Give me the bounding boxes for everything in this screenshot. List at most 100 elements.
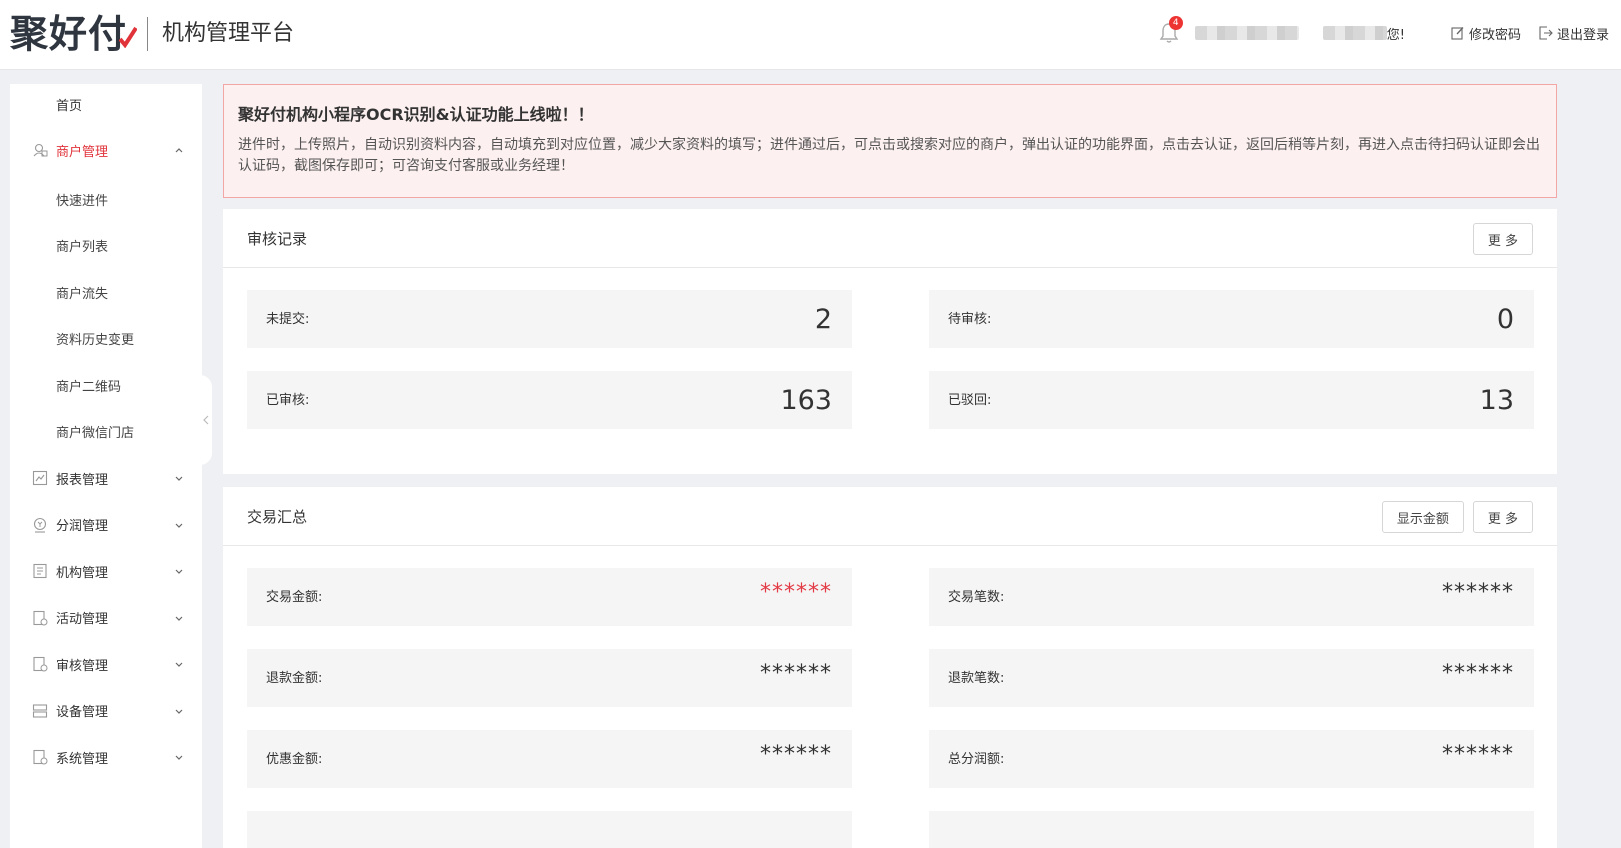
- sidebar-item-label: 活动管理: [56, 612, 109, 628]
- masked-value: ******: [1442, 661, 1514, 686]
- stat-row-partial: [247, 811, 852, 848]
- sidebar-item-label: 审核管理: [56, 658, 109, 674]
- greeting-suffix: 您!: [1386, 27, 1405, 43]
- chevron-down-icon: [175, 616, 183, 621]
- stat-label: 退款笔数:: [948, 671, 1005, 686]
- report-icon: [32, 471, 48, 486]
- sidebar-item-data-history[interactable]: 资料历史变更: [10, 316, 202, 363]
- audit-icon: [33, 657, 48, 672]
- panel-actions: 显示金额 更 多: [1373, 501, 1533, 533]
- sidebar-item-profit-sharing[interactable]: 分润管理: [10, 502, 202, 549]
- stat-discount-amount: 优惠金额: ******: [247, 730, 852, 788]
- store-icon: [33, 143, 48, 157]
- sidebar-item-institution[interactable]: 机构管理: [10, 548, 202, 595]
- sidebar-item-label: 商户管理: [56, 144, 109, 160]
- stat-value: 163: [780, 385, 832, 416]
- change-password-link[interactable]: 修改密码: [1451, 24, 1521, 43]
- sidebar-item-system[interactable]: 系统管理: [10, 734, 202, 781]
- stat-refund-count: 退款笔数: ******: [929, 649, 1534, 707]
- logout-icon: [1539, 26, 1553, 40]
- username-redacted: [1194, 26, 1299, 40]
- change-password-label: 修改密码: [1468, 27, 1521, 43]
- announcement-title: 聚好付机构小程序OCR识别&认证功能上线啦！！: [238, 105, 594, 124]
- announcement-banner: 聚好付机构小程序OCR识别&认证功能上线啦！！ 进件时，上传照片，自动识别资料内…: [223, 84, 1557, 198]
- logo-check-icon: [119, 26, 138, 48]
- sidebar-item-merchant-list[interactable]: 商户列表: [10, 223, 202, 270]
- sidebar-item-label: 报表管理: [56, 472, 109, 488]
- chevron-down-icon: [175, 569, 183, 575]
- announcement-body: 进件时，上传照片，自动识别资料内容，自动填充到对应位置，减少大家资料的填写；进件…: [238, 137, 1540, 174]
- stat-label: 交易笔数:: [948, 590, 1005, 605]
- stat-total-profit: 总分润额: ******: [929, 730, 1534, 788]
- stat-value: 13: [1479, 385, 1514, 416]
- edit-icon: [1451, 27, 1464, 40]
- masked-value: ******: [760, 742, 832, 767]
- stat-approved[interactable]: 已审核: 163: [247, 371, 852, 429]
- stat-pending[interactable]: 待审核: 0: [929, 290, 1534, 348]
- sidebar-item-label: 首页: [56, 98, 83, 114]
- sidebar-item-merchant-qrcode[interactable]: 商户二维码: [10, 362, 202, 409]
- sidebar-collapse-toggle[interactable]: [200, 375, 212, 465]
- panel-actions: 更 多: [1464, 223, 1533, 255]
- sidebar-item-wechat-store[interactable]: 商户微信门店: [10, 409, 202, 456]
- sidebar-nav: 首页 商户管理 快速进件 商户列表 商户流失 资料历史变更 商户二维码 商户微信…: [10, 84, 202, 848]
- logo-divider: [147, 17, 149, 51]
- sidebar-item-label: 设备管理: [56, 705, 109, 721]
- sidebar-item-merchant-churn[interactable]: 商户流失: [10, 269, 202, 316]
- header-actions: 4 您! 修改密码 退出登录: [1159, 0, 1609, 66]
- more-button[interactable]: 更 多: [1472, 223, 1533, 255]
- masked-value: ******: [760, 661, 832, 686]
- redacted-block: [1322, 26, 1387, 40]
- stat-refund-amount: 退款金额: ******: [247, 649, 852, 707]
- stat-label: 已审核:: [266, 393, 310, 408]
- device-icon: [32, 704, 48, 718]
- sidebar-item-label: 商户流失: [56, 286, 109, 302]
- sidebar-item-audit[interactable]: 审核管理: [10, 641, 202, 688]
- stat-not-submitted[interactable]: 未提交: 2: [247, 290, 852, 348]
- chevron-down-icon: [175, 662, 183, 668]
- top-header: 聚好付 机构管理平台 4 您! 修改密码 退出登录: [0, 0, 1621, 70]
- brand-logo[interactable]: 聚好付 机构管理平台: [10, 10, 294, 58]
- logo-text: 聚好付: [10, 12, 128, 56]
- profit-icon: [33, 517, 47, 533]
- sidebar-item-label: 资料历史变更: [56, 333, 135, 349]
- stat-label: 总分润额:: [948, 752, 1005, 767]
- sidebar-item-label: 商户列表: [56, 240, 109, 256]
- panel-header: 审核记录 更 多: [223, 209, 1557, 268]
- panel-header: 交易汇总 显示金额 更 多: [223, 487, 1557, 546]
- activity-icon: [33, 610, 48, 626]
- redacted-block: [1194, 26, 1299, 40]
- system-icon: [33, 750, 48, 765]
- institution-icon: [33, 564, 47, 579]
- stat-label: 未提交:: [266, 312, 310, 327]
- chevron-down-icon: [175, 476, 183, 482]
- stat-label: 交易金额:: [266, 590, 323, 605]
- notification-bell[interactable]: 4: [1159, 16, 1183, 44]
- sidebar-item-quick-onboarding[interactable]: 快速进件: [10, 176, 202, 223]
- panel-title: 交易汇总: [247, 507, 308, 526]
- audit-records-panel: 审核记录 更 多 未提交: 2 待审核: 0 已审核: 163 已驳回: 13: [223, 209, 1557, 474]
- stat-label: 优惠金额:: [266, 752, 323, 767]
- stat-value: 0: [1496, 304, 1514, 335]
- show-amount-button[interactable]: 显示金额: [1381, 501, 1464, 533]
- sidebar-item-label: 机构管理: [56, 565, 109, 581]
- stat-label: 已驳回:: [948, 393, 992, 408]
- stat-label: 退款金额:: [266, 671, 323, 686]
- chevron-down-icon: [175, 523, 183, 528]
- logout-link[interactable]: 退出登录: [1539, 24, 1609, 43]
- notification-badge: 4: [1168, 16, 1183, 30]
- masked-value: ******: [1442, 742, 1514, 767]
- masked-value: ******: [1442, 580, 1514, 605]
- sidebar-item-label: 快速进件: [56, 193, 109, 209]
- sidebar-item-label: 分润管理: [56, 519, 109, 535]
- sidebar-item-activities[interactable]: 活动管理: [10, 595, 202, 642]
- stat-rejected[interactable]: 已驳回: 13: [929, 371, 1534, 429]
- sidebar-item-home[interactable]: 首页: [10, 84, 202, 124]
- stat-row-partial: [929, 811, 1534, 848]
- sidebar-item-reports[interactable]: 报表管理: [10, 455, 202, 502]
- stat-value: 2: [814, 304, 832, 335]
- sidebar-item-merchant-management[interactable]: 商户管理: [10, 124, 202, 176]
- sidebar-item-devices[interactable]: 设备管理: [10, 688, 202, 735]
- more-button[interactable]: 更 多: [1472, 501, 1533, 533]
- chevron-down-icon: [175, 709, 183, 714]
